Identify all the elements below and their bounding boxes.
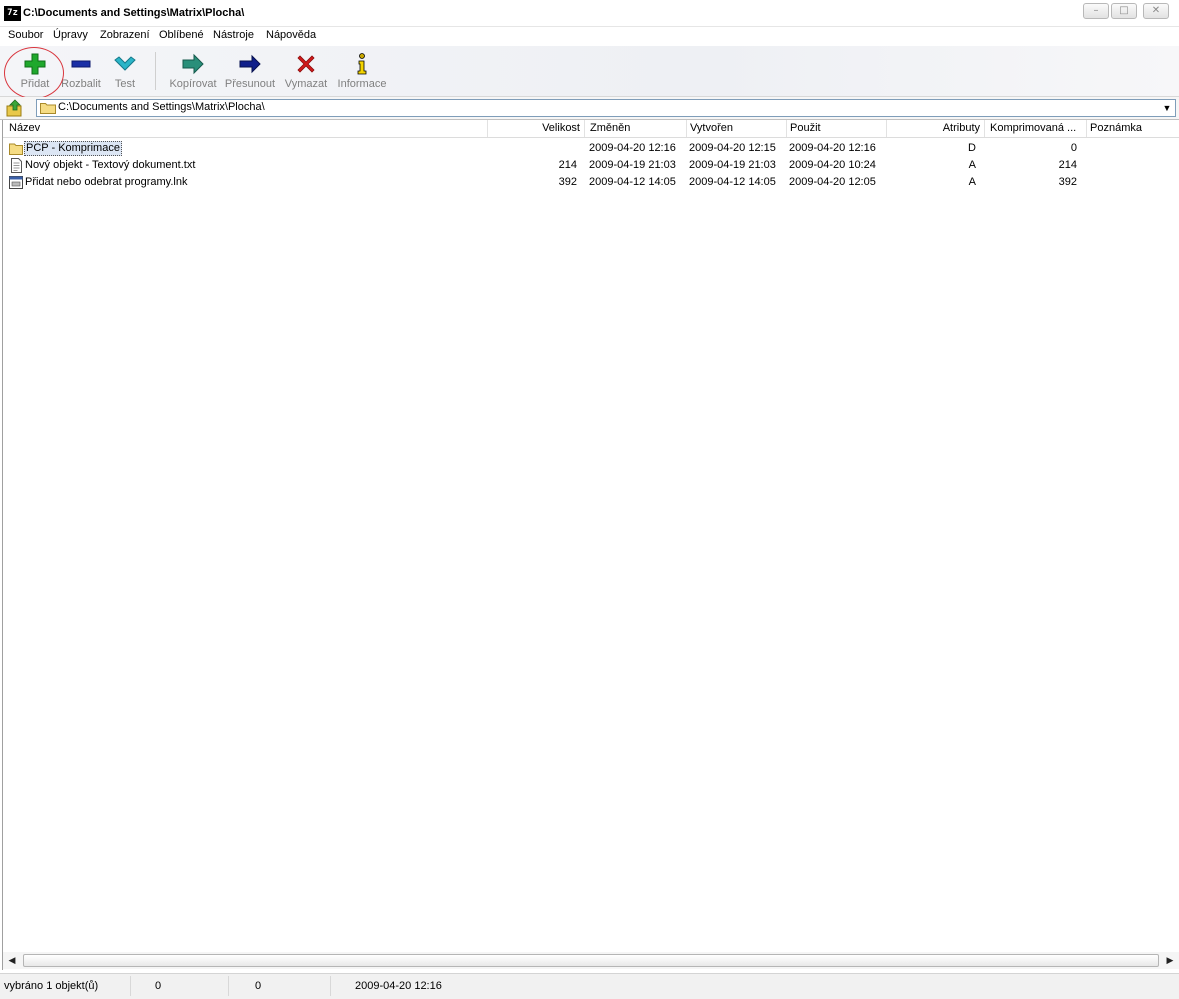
- status-bar: vybráno 1 objekt(ů) 0 0 2009-04-20 12:16: [0, 973, 1179, 999]
- minus-icon: [71, 60, 91, 68]
- menu-napoveda[interactable]: Nápověda: [266, 29, 316, 41]
- info-icon: [357, 53, 367, 75]
- status-size: 0: [155, 980, 162, 992]
- copy-button[interactable]: Kopírovat: [168, 48, 218, 94]
- extract-button[interactable]: Rozbalit: [58, 48, 104, 94]
- cell-attributes: A: [968, 176, 976, 188]
- copy-arrow-icon: [182, 53, 204, 75]
- cell-size: 214: [558, 159, 577, 171]
- file-name: Nový objekt - Textový dokument.txt: [25, 159, 196, 171]
- text-document-icon: [11, 158, 22, 173]
- scroll-right-icon[interactable]: ▶: [1163, 953, 1177, 968]
- cell-created: 2009-04-12 14:05: [689, 176, 776, 188]
- status-selection: vybráno 1 objekt(ů): [4, 980, 99, 992]
- app-logo-icon: 7z: [4, 6, 21, 21]
- folder-up-icon[interactable]: [6, 99, 24, 117]
- cell-comment: [1090, 140, 1170, 157]
- cell-accessed: 2009-04-20 10:24: [789, 159, 876, 171]
- status-separator: [330, 976, 331, 996]
- cell-size: 392: [558, 176, 577, 188]
- status-date: 2009-04-20 12:16: [355, 980, 442, 992]
- path-combobox[interactable]: C:\Documents and Settings\Matrix\Plocha\…: [36, 99, 1176, 117]
- column-created[interactable]: Vytvořen: [684, 120, 787, 137]
- table-row[interactable]: PCP - Komprimace 2009-04-20 12:16 2009-0…: [3, 140, 1179, 157]
- status-separator: [228, 976, 229, 996]
- status-packed: 0: [255, 980, 262, 992]
- cell-created: 2009-04-20 12:15: [689, 142, 776, 154]
- column-comment[interactable]: Poznámka: [1084, 120, 1179, 137]
- column-name[interactable]: Název: [3, 120, 488, 137]
- column-modified[interactable]: Změněn: [584, 120, 687, 137]
- toolbar: Přidat Rozbalit Test Kopírovat Přesunout…: [0, 46, 1179, 97]
- cell-packed: 214: [1058, 159, 1077, 171]
- test-button[interactable]: Test: [106, 48, 144, 94]
- test-button-label: Test: [114, 78, 136, 90]
- copy-button-label: Kopírovat: [169, 78, 217, 90]
- column-attributes[interactable]: Atributy: [884, 120, 985, 137]
- file-name: Přidat nebo odebrat programy.lnk: [25, 176, 188, 188]
- window-title: C:\Documents and Settings\Matrix\Plocha\: [23, 7, 245, 19]
- folder-icon: [9, 143, 23, 155]
- path-text: C:\Documents and Settings\Matrix\Plocha\: [58, 101, 265, 113]
- cell-modified: 2009-04-12 14:05: [589, 176, 676, 188]
- column-accessed[interactable]: Použit: [784, 120, 887, 137]
- list-border: [2, 120, 3, 970]
- info-button-label: Informace: [337, 78, 387, 90]
- maximize-button[interactable]: □: [1111, 3, 1137, 19]
- plus-icon: [24, 53, 46, 75]
- cell-modified: 2009-04-20 12:16: [589, 142, 676, 154]
- add-button[interactable]: Přidat: [14, 48, 56, 94]
- menu-upravy[interactable]: Úpravy: [53, 29, 88, 41]
- menu-bar: Soubor Úpravy Zobrazení Oblíbené Nástroj…: [0, 27, 1179, 45]
- cell-packed: 392: [1058, 176, 1077, 188]
- cell-accessed: 2009-04-20 12:05: [789, 176, 876, 188]
- cell-name: PCP - Komprimace: [24, 140, 480, 157]
- column-packed[interactable]: Komprimovaná ...: [984, 120, 1087, 137]
- column-header: Název Velikost Změněn Vytvořen Použit At…: [3, 120, 1179, 138]
- cell-comment: [1090, 174, 1170, 191]
- address-bar: C:\Documents and Settings\Matrix\Plocha\…: [0, 97, 1179, 120]
- column-size[interactable]: Velikost: [484, 120, 585, 137]
- cell-attributes: A: [968, 159, 976, 171]
- info-button[interactable]: Informace: [336, 48, 388, 94]
- title-bar: 7z C:\Documents and Settings\Matrix\Ploc…: [0, 0, 1179, 27]
- file-name: PCP - Komprimace: [24, 141, 122, 156]
- delete-x-icon: [297, 55, 315, 73]
- shortcut-icon: [9, 176, 23, 189]
- cell-accessed: 2009-04-20 12:16: [789, 142, 876, 154]
- cell-attributes: D: [968, 142, 976, 154]
- cell-created: 2009-04-19 21:03: [689, 159, 776, 171]
- toolbar-separator: [155, 52, 156, 90]
- menu-nastroje[interactable]: Nástroje: [213, 29, 254, 41]
- cell-size: [484, 140, 577, 157]
- status-separator: [130, 976, 131, 996]
- delete-button[interactable]: Vymazat: [283, 48, 329, 94]
- extract-button-label: Rozbalit: [61, 78, 101, 90]
- move-arrow-icon: [239, 54, 261, 74]
- horizontal-scrollbar[interactable]: ◀ ▶: [3, 952, 1179, 969]
- menu-zobrazeni[interactable]: Zobrazení: [100, 29, 150, 41]
- scroll-left-icon[interactable]: ◀: [5, 953, 19, 968]
- move-button[interactable]: Přesunout: [222, 48, 278, 94]
- cell-packed: 0: [1070, 142, 1077, 154]
- dropdown-arrow-icon[interactable]: ▼: [1161, 101, 1173, 115]
- delete-button-label: Vymazat: [284, 78, 328, 90]
- close-button[interactable]: ✕: [1143, 3, 1169, 19]
- scrollbar-thumb[interactable]: [23, 954, 1159, 967]
- folder-icon: [40, 103, 56, 114]
- check-icon: [114, 56, 136, 71]
- minimize-button[interactable]: –: [1083, 3, 1109, 19]
- cell-comment: [1090, 157, 1170, 174]
- menu-oblibene[interactable]: Oblíbené: [159, 29, 204, 41]
- cell-modified: 2009-04-19 21:03: [589, 159, 676, 171]
- add-button-label: Přidat: [20, 78, 50, 90]
- table-row[interactable]: Přidat nebo odebrat programy.lnk 392 200…: [3, 174, 1179, 191]
- menu-soubor[interactable]: Soubor: [8, 29, 43, 41]
- move-button-label: Přesunout: [224, 78, 276, 90]
- table-row[interactable]: Nový objekt - Textový dokument.txt 214 2…: [3, 157, 1179, 174]
